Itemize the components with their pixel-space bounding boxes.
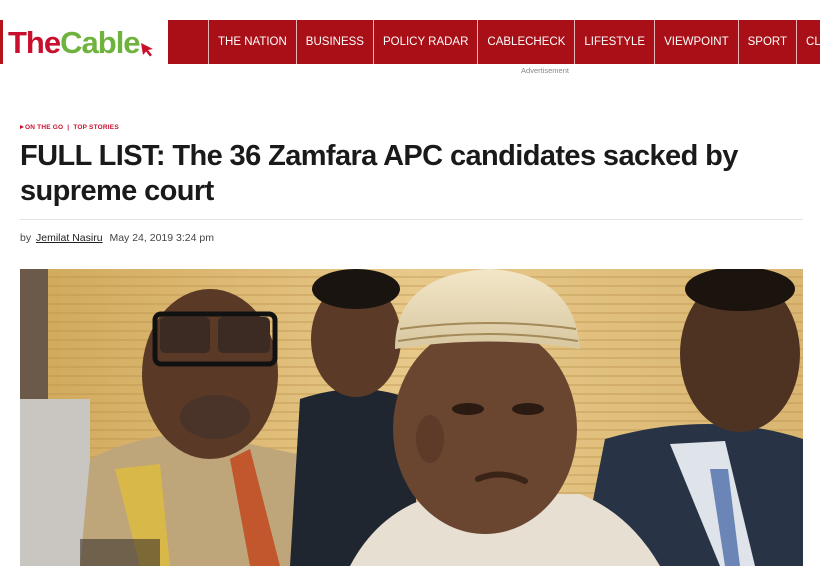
article-tags: ON THE GO | TOP STORIES (20, 124, 119, 131)
title-divider (20, 219, 803, 220)
tag-triangle-icon (20, 125, 24, 129)
nav-item-policy-radar[interactable]: POLICY RADAR (372, 20, 477, 64)
tag-separator: | (67, 124, 70, 131)
nav-item-lifestyle[interactable]: LIFESTYLE (574, 20, 654, 64)
logo-wordmark: TheCable (8, 24, 141, 60)
tag-top-stories[interactable]: TOP STORIES (73, 124, 119, 131)
nav-item-the-nation[interactable]: THE NATION (208, 20, 296, 64)
article-title: FULL LIST: The 36 Zamfara APC candidates… (20, 140, 738, 207)
site-logo[interactable]: TheCable (8, 22, 156, 62)
nav-item-cablecheck[interactable]: CABLECHECK (477, 20, 574, 64)
publish-date: May 24, 2019 3:24 pm (109, 232, 214, 244)
article-photo (20, 269, 803, 566)
tag-on-the-go[interactable]: ON THE GO (25, 124, 63, 131)
advertisement-label: Advertisement (521, 66, 569, 75)
nav-item-business[interactable]: BUSINESS (295, 20, 373, 64)
cursor-arrow-icon (140, 43, 153, 57)
author-link[interactable]: Jemilat Nasiru (36, 232, 103, 244)
nav-item-viewpoint[interactable]: VIEWPOINT (654, 20, 738, 64)
main-nav: THE NATION BUSINESS POLICY RADAR CABLECH… (168, 20, 820, 64)
left-edge-accent (0, 20, 3, 64)
nav-item-climate[interactable]: CLIMAT (796, 20, 820, 64)
byline: by Jemilat Nasiru May 24, 2019 3:24 pm (20, 232, 214, 244)
nav-item-sport[interactable]: SPORT (737, 20, 796, 64)
byline-prefix: by (20, 232, 32, 244)
